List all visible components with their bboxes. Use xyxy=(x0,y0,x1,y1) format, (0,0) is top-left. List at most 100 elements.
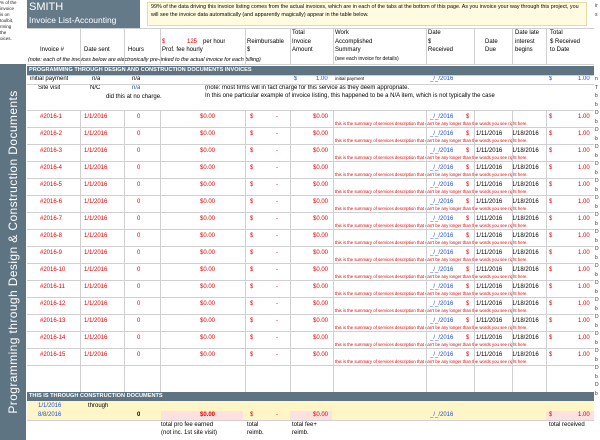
invoice-number[interactable]: #2016-14 xyxy=(40,334,65,342)
right-column-fragment: b xyxy=(595,305,598,312)
right-column-fragment: b xyxy=(595,339,598,346)
col-reimb-dollar: $ xyxy=(247,47,251,53)
invoice-number[interactable]: #2016-15 xyxy=(40,351,65,359)
invoice-hours[interactable]: 0 xyxy=(137,266,140,274)
invoice-number[interactable]: #2016-4 xyxy=(40,164,62,172)
invoice-date[interactable]: 1/1/2016 xyxy=(84,198,107,206)
section-header-2: THIS IS THROUGH CONSTRUCTION DOCUMENTS xyxy=(27,392,594,401)
through-start[interactable]: 1/1/2016 xyxy=(38,402,61,410)
invoice-reimb-dollar: $ xyxy=(250,199,254,205)
invoice-number[interactable]: #2016-7 xyxy=(40,215,62,223)
invoice-date[interactable]: 1/1/2016 xyxy=(84,266,107,274)
invoice-summary: this is the summary of services descript… xyxy=(335,325,528,330)
totals-rcv-date[interactable]: _/_/2016 xyxy=(430,411,453,419)
invoice-date[interactable]: 1/1/2016 xyxy=(84,232,107,240)
grid-vline xyxy=(426,110,427,392)
invoice-reimb: - xyxy=(276,148,278,154)
invoice-cum: 1.00 xyxy=(578,267,590,273)
invoice-hours[interactable]: 0 xyxy=(137,113,140,121)
initial-received[interactable]: _/_/2016 xyxy=(430,75,453,83)
invoice-cum: 1.00 xyxy=(578,165,590,171)
invoice-total: $0.00 xyxy=(313,318,329,324)
invoice-hours[interactable]: 0 xyxy=(137,300,140,308)
totals-reimb: - xyxy=(276,412,278,418)
invoice-number[interactable]: #2016-12 xyxy=(40,300,65,308)
through-end[interactable]: 8/8/2016 xyxy=(38,411,61,419)
grid-hline xyxy=(27,365,594,366)
right-column-fragment: D xyxy=(595,161,599,167)
col-interest: interest xyxy=(515,39,535,45)
invoice-cum: 1.00 xyxy=(578,352,590,358)
invoice-number[interactable]: #2016-13 xyxy=(40,317,65,325)
invoice-fee: $0.00 xyxy=(200,216,216,222)
invoice-hours[interactable]: 0 xyxy=(137,317,140,325)
invoice-hours[interactable]: 0 xyxy=(137,130,140,138)
invoice-number[interactable]: #2016-1 xyxy=(40,113,62,121)
invoice-number[interactable]: #2016-9 xyxy=(40,249,62,257)
invoice-hours[interactable]: 0 xyxy=(137,232,140,240)
col-work: Work xyxy=(335,30,349,36)
grid-hline xyxy=(27,144,594,145)
invoice-number[interactable]: #2016-6 xyxy=(40,198,62,206)
invoice-fee: $0.00 xyxy=(200,165,216,171)
invoice-date[interactable]: 1/1/2016 xyxy=(84,130,107,138)
right-column-fragment: D xyxy=(595,365,599,371)
grid-hline xyxy=(27,314,594,315)
grid-hline xyxy=(27,75,594,76)
invoice-cum: 1.00 xyxy=(578,284,590,290)
grid-vline xyxy=(160,110,161,392)
invoice-reimb-dollar: $ xyxy=(250,148,254,154)
invoice-date[interactable]: 1/1/2016 xyxy=(84,147,107,155)
invoice-number[interactable]: #2016-2 xyxy=(40,130,62,138)
invoice-date[interactable]: 1/1/2016 xyxy=(84,317,107,325)
grid-vline xyxy=(245,110,246,392)
invoice-cum-dollar: $ xyxy=(549,267,553,273)
invoice-summary: this is the summary of services descript… xyxy=(335,206,528,211)
invoice-date[interactable]: 1/1/2016 xyxy=(84,215,107,223)
invoice-date[interactable]: 1/1/2016 xyxy=(84,164,107,172)
invoice-hours[interactable]: 0 xyxy=(137,181,140,189)
invoice-hours[interactable]: 0 xyxy=(137,198,140,206)
invoice-total: $0.00 xyxy=(313,284,329,290)
invoice-date[interactable]: 1/1/2016 xyxy=(84,283,107,291)
invoice-date[interactable]: 1/1/2016 xyxy=(84,113,107,121)
invoice-date[interactable]: 1/1/2016 xyxy=(84,181,107,189)
invoice-total: $0.00 xyxy=(313,114,329,120)
invoice-summary: this is the summary of services descript… xyxy=(335,291,528,296)
invoice-cum: 1.00 xyxy=(578,114,590,120)
invoice-cum-dollar: $ xyxy=(549,182,553,188)
col-due: Due xyxy=(485,47,497,53)
invoice-hours[interactable]: 0 xyxy=(137,351,140,359)
invoice-hours[interactable]: 0 xyxy=(137,283,140,291)
invoice-date[interactable]: 1/1/2016 xyxy=(84,351,107,359)
invoice-number[interactable]: #2016-11 xyxy=(40,283,65,291)
left-note: % of the invoice is on toolbit, rming the oice… xyxy=(0,0,26,60)
invoice-cum-dollar: $ xyxy=(549,301,553,307)
invoice-hours[interactable]: 0 xyxy=(137,334,140,342)
initial-amount: 1.00 xyxy=(316,76,328,82)
invoice-date[interactable]: 1/1/2016 xyxy=(84,249,107,257)
invoice-hours[interactable]: 0 xyxy=(137,249,140,257)
info-note: 99% of the data driving this invoice lis… xyxy=(147,2,587,26)
invoice-hours[interactable]: 0 xyxy=(137,147,140,155)
invoice-fee: $0.00 xyxy=(200,335,216,341)
grid-vline xyxy=(245,28,246,64)
invoice-date[interactable]: 1/1/2016 xyxy=(84,300,107,308)
invoice-date[interactable]: 1/1/2016 xyxy=(84,334,107,342)
grid-vline xyxy=(474,28,475,64)
invoice-reimb-dollar: $ xyxy=(250,284,254,290)
invoice-number[interactable]: #2016-5 xyxy=(40,181,62,189)
col-rate-value[interactable]: 125 xyxy=(187,38,197,46)
invoice-cum-dollar: $ xyxy=(549,284,553,290)
invoice-cum-dollar: $ xyxy=(549,114,553,120)
initial-date: n/a xyxy=(92,76,101,82)
right-column-fragment: D xyxy=(595,110,599,116)
right-column-fragment: D xyxy=(595,331,599,337)
invoice-reimb-dollar: $ xyxy=(250,131,254,137)
invoice-number[interactable]: #2016-3 xyxy=(40,147,62,155)
invoice-hours[interactable]: 0 xyxy=(137,215,140,223)
invoice-number[interactable]: #2016-8 xyxy=(40,232,62,240)
invoice-hours[interactable]: 0 xyxy=(137,164,140,172)
invoice-number[interactable]: #2016-10 xyxy=(40,266,65,274)
invoice-total: $0.00 xyxy=(313,301,329,307)
